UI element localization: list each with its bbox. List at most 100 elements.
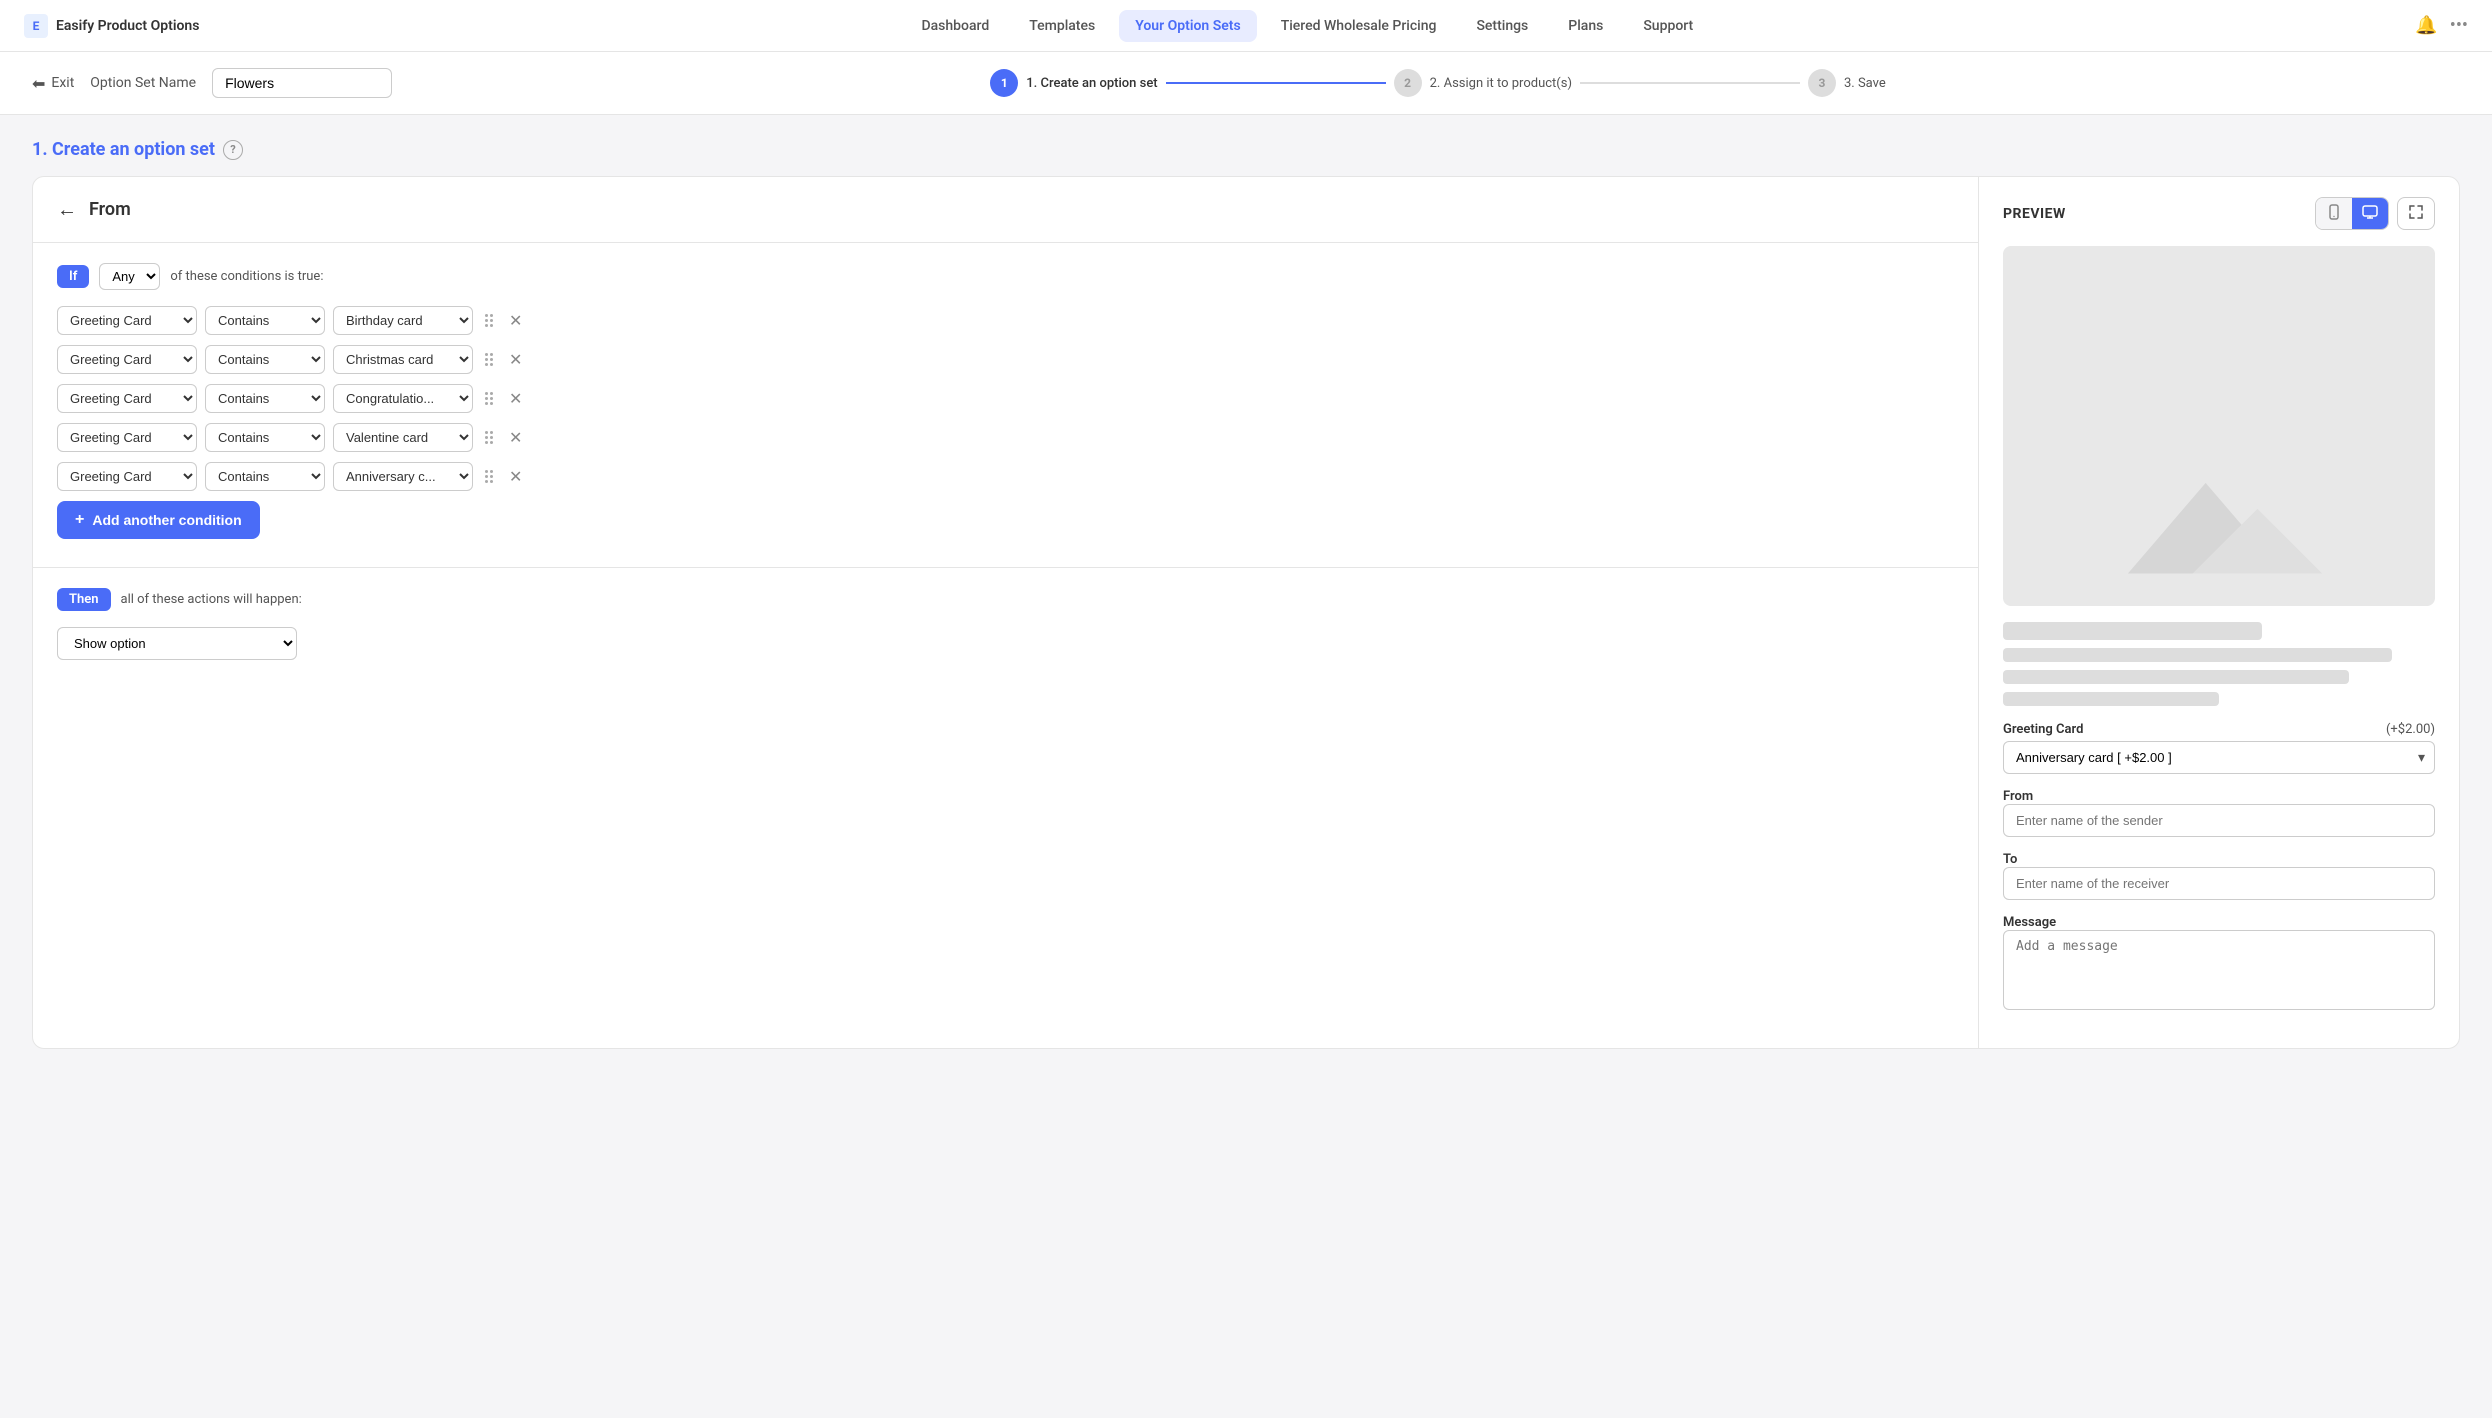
nav-support[interactable]: Support bbox=[1627, 10, 1709, 42]
nav-templates[interactable]: Templates bbox=[1013, 10, 1111, 42]
exit-label: Exit bbox=[51, 75, 74, 91]
condition-row: Greeting Card Contains Birthday card bbox=[57, 306, 1954, 335]
more-icon[interactable]: ••• bbox=[2450, 15, 2468, 36]
field-select-2[interactable]: Greeting Card bbox=[57, 345, 197, 374]
step-label-2: 2. Assign it to product(s) bbox=[1430, 76, 1572, 91]
message-textarea[interactable] bbox=[2003, 930, 2435, 1010]
wizard-step-3: 3 3. Save bbox=[1808, 69, 1886, 97]
conditions-header: If Any of these conditions is true: bbox=[57, 263, 1954, 290]
actions-header: Then all of these actions will happen: bbox=[57, 588, 1954, 611]
set-name-input[interactable] bbox=[212, 68, 392, 98]
value-select-1[interactable]: Birthday card bbox=[333, 306, 473, 335]
remove-condition-5[interactable]: ✕ bbox=[505, 465, 526, 489]
operator-select-2[interactable]: Contains bbox=[205, 345, 325, 374]
mountain-svg bbox=[2089, 431, 2348, 587]
greeting-card-section: Greeting Card (+$2.00) Anniversary card … bbox=[2003, 722, 2435, 774]
value-select-4[interactable]: Valentine card bbox=[333, 423, 473, 452]
right-panel: PREVIEW bbox=[1979, 177, 2459, 1048]
remove-condition-4[interactable]: ✕ bbox=[505, 426, 526, 450]
product-image-placeholder bbox=[2003, 246, 2435, 606]
expand-button[interactable] bbox=[2397, 197, 2435, 230]
greeting-card-label-row: Greeting Card (+$2.00) bbox=[2003, 722, 2435, 737]
remove-condition-3[interactable]: ✕ bbox=[505, 387, 526, 411]
value-select-2[interactable]: Christmas card bbox=[333, 345, 473, 374]
field-select-5[interactable]: Greeting Card bbox=[57, 462, 197, 491]
condition-row: Greeting Card Contains Anniversary c... bbox=[57, 462, 1954, 491]
nav-option-sets[interactable]: Your Option Sets bbox=[1119, 10, 1257, 42]
value-select-3[interactable]: Congratulatio... bbox=[333, 384, 473, 413]
step-circle-3: 3 bbox=[1808, 69, 1836, 97]
message-section: Message bbox=[2003, 914, 2435, 1014]
drag-handle-3[interactable] bbox=[481, 388, 497, 409]
top-nav: E Easify Product Options Dashboard Templ… bbox=[0, 0, 2492, 52]
panel-header: ← From bbox=[33, 177, 1978, 243]
nav-actions: 🔔 ••• bbox=[2415, 15, 2468, 36]
greeting-card-select[interactable]: Anniversary card [ +$2.00 ] bbox=[2003, 741, 2435, 774]
remove-condition-2[interactable]: ✕ bbox=[505, 348, 526, 372]
main-nav: Dashboard Templates Your Option Sets Tie… bbox=[906, 10, 1710, 42]
drag-handle-2[interactable] bbox=[481, 349, 497, 370]
drag-handle-5[interactable] bbox=[481, 466, 497, 487]
app-branding: E Easify Product Options bbox=[24, 14, 199, 38]
step-label-3: 3. Save bbox=[1844, 76, 1886, 91]
preview-title: PREVIEW bbox=[2003, 206, 2066, 222]
then-badge[interactable]: Then bbox=[57, 588, 111, 611]
from-input[interactable] bbox=[2003, 804, 2435, 837]
desktop-view-button[interactable] bbox=[2352, 198, 2388, 229]
mobile-view-button[interactable] bbox=[2316, 198, 2352, 229]
nav-dashboard[interactable]: Dashboard bbox=[906, 10, 1006, 42]
message-label: Message bbox=[2003, 915, 2056, 930]
wizard-bar: ⬅ Exit Option Set Name 1 1. Create an op… bbox=[0, 52, 2492, 115]
field-select-1[interactable]: Greeting Card bbox=[57, 306, 197, 335]
exit-icon: ⬅ bbox=[32, 74, 45, 93]
value-select-5[interactable]: Anniversary c... bbox=[333, 462, 473, 491]
condition-row: Greeting Card Contains Valentine card bbox=[57, 423, 1954, 452]
to-section: To bbox=[2003, 851, 2435, 900]
to-label: To bbox=[2003, 852, 2017, 867]
exit-button[interactable]: ⬅ Exit bbox=[32, 74, 74, 93]
any-select[interactable]: Any bbox=[99, 263, 160, 290]
left-panel: ← From If Any of these conditions is tru… bbox=[33, 177, 1979, 1048]
view-toggle bbox=[2315, 197, 2389, 230]
preview-header: PREVIEW bbox=[2003, 197, 2435, 230]
operator-select-1[interactable]: Contains bbox=[205, 306, 325, 335]
main-card: ← From If Any of these conditions is tru… bbox=[32, 176, 2460, 1049]
operator-select-4[interactable]: Contains bbox=[205, 423, 325, 452]
nav-wholesale[interactable]: Tiered Wholesale Pricing bbox=[1265, 10, 1453, 42]
main-content: 1. Create an option set ? ← From If Any … bbox=[0, 115, 2492, 1073]
skeleton-line-2 bbox=[2003, 670, 2349, 684]
product-skeleton bbox=[2003, 622, 2435, 706]
add-condition-label: Add another condition bbox=[92, 512, 241, 528]
step-line-1 bbox=[1166, 82, 1386, 84]
back-arrow-icon[interactable]: ← bbox=[57, 197, 77, 222]
mobile-icon bbox=[2326, 204, 2342, 220]
wizard-step-2: 2 2. Assign it to product(s) bbox=[1394, 69, 1572, 97]
skeleton-title bbox=[2003, 622, 2262, 640]
field-select-4[interactable]: Greeting Card bbox=[57, 423, 197, 452]
conditions-area: If Any of these conditions is true: Gree… bbox=[33, 243, 1978, 559]
greeting-card-price: (+$2.00) bbox=[2386, 722, 2435, 737]
nav-settings[interactable]: Settings bbox=[1460, 10, 1544, 42]
actions-area: Then all of these actions will happen: S… bbox=[33, 567, 1978, 680]
if-badge[interactable]: If bbox=[57, 265, 89, 288]
operator-select-3[interactable]: Contains bbox=[205, 384, 325, 413]
from-section: From bbox=[2003, 788, 2435, 837]
app-icon: E bbox=[24, 14, 48, 38]
greeting-card-label: Greeting Card bbox=[2003, 722, 2083, 737]
to-input[interactable] bbox=[2003, 867, 2435, 900]
drag-handle-1[interactable] bbox=[481, 310, 497, 331]
field-select-3[interactable]: Greeting Card bbox=[57, 384, 197, 413]
help-icon[interactable]: ? bbox=[223, 140, 243, 160]
action-select[interactable]: Show option bbox=[57, 627, 297, 660]
notification-icon[interactable]: 🔔 bbox=[2415, 15, 2437, 36]
desktop-icon bbox=[2362, 204, 2378, 220]
condition-row: Greeting Card Contains Christmas card bbox=[57, 345, 1954, 374]
nav-plans[interactable]: Plans bbox=[1552, 10, 1619, 42]
step-line-2 bbox=[1580, 82, 1800, 84]
expand-icon bbox=[2408, 204, 2424, 220]
add-condition-button[interactable]: + Add another condition bbox=[57, 501, 260, 539]
operator-select-5[interactable]: Contains bbox=[205, 462, 325, 491]
remove-condition-1[interactable]: ✕ bbox=[505, 309, 526, 333]
drag-handle-4[interactable] bbox=[481, 427, 497, 448]
greeting-card-select-wrapper: Anniversary card [ +$2.00 ] bbox=[2003, 741, 2435, 774]
